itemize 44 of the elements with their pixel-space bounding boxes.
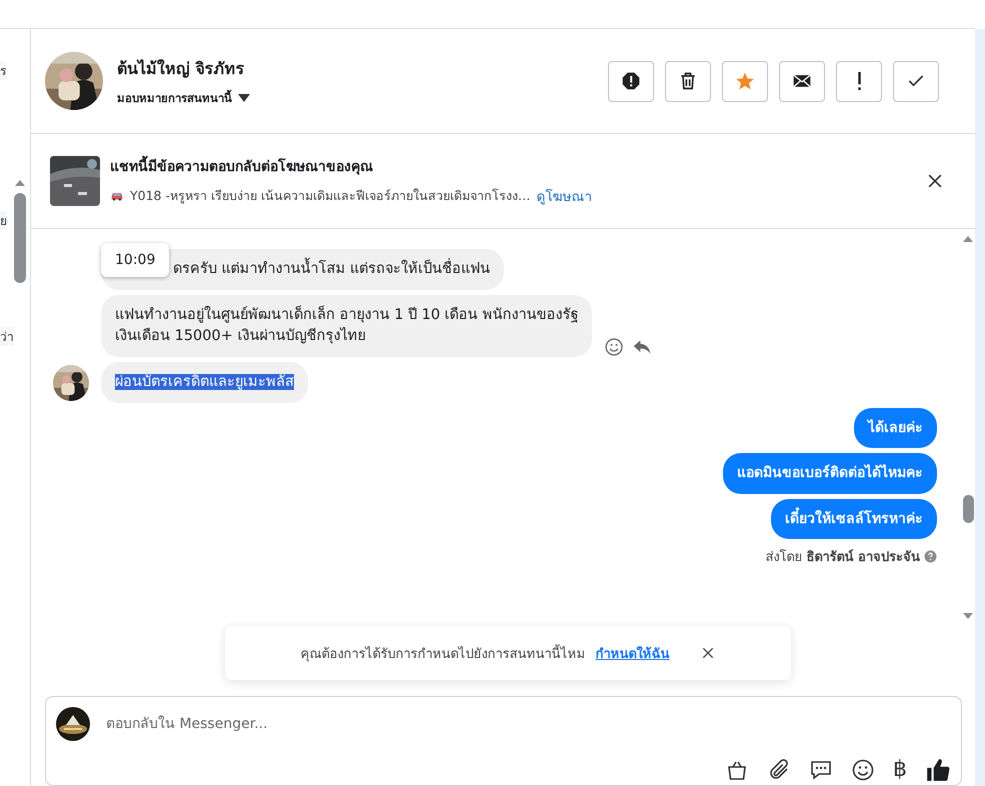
star-icon <box>735 71 755 91</box>
tool-button[interactable] <box>925 757 951 783</box>
toolbar-button[interactable] <box>779 60 825 102</box>
scroll-up-icon[interactable] <box>962 235 974 243</box>
tool-button[interactable] <box>851 758 875 782</box>
message-bubble: ผ่อนบัตรเครดิตและยูเมะพลัส <box>101 362 308 404</box>
toolbar-button[interactable] <box>665 60 711 102</box>
message-bubble: แฟนทำงานอยู่ในศูนย์พัฒนาเด็กเล็ก อายุงาน 1 ปี 10 เดือน พนักงานของรัฐ เงินเดือน 15000+ เงินผ่านบัญชีกรุงไทย <box>101 295 592 358</box>
scroll-thumb[interactable] <box>14 193 26 283</box>
sidebar-item-text[interactable]: ร <box>0 61 6 80</box>
sidebar-item-text[interactable]: ย <box>0 211 7 230</box>
ad-description: Y018 -หรูหรา เรียบง่าย เน้นความเดิมและฟีเจอร์ภายในสวยเดิมจากโรงง… <box>130 187 530 206</box>
reply-box[interactable]: ตอบกลับใน Messenger... ฿ <box>45 696 962 786</box>
scroll-down-icon[interactable] <box>962 612 974 620</box>
scroll-thumb[interactable] <box>962 495 974 523</box>
reply-input[interactable]: ตอบกลับใน Messenger... <box>104 715 951 733</box>
message-bubble: แอดมินขอเบอร์ติดต่อได้ไหมคะ <box>723 453 937 494</box>
message-bubble: ได้เลยค่ะ <box>854 408 937 448</box>
smiley-icon <box>851 758 875 782</box>
chat-bubble-icon <box>809 758 833 782</box>
tool-button[interactable] <box>809 758 833 782</box>
tool-button[interactable] <box>767 758 791 782</box>
sent-by-text: ส่งโดย ธิดารัตน์ อาจประจัน <box>765 548 920 567</box>
message-bubble: เดี๋ยวให้เซลล์โทรหาค่ะ <box>771 498 937 539</box>
sidebar-item-text[interactable]: ว่า <box>0 327 14 346</box>
scrollbar-track[interactable] <box>975 29 985 786</box>
thumbs-up-icon <box>925 757 951 783</box>
timestamp-tooltip: 10:09 <box>101 243 170 277</box>
ad-reply-title: แชทนี้มีข้อความตอบกลับต่อโฆษณาของคุณ <box>110 155 915 177</box>
baht-sign[interactable]: ฿ <box>893 758 907 782</box>
paperclip-icon <box>767 758 791 782</box>
assign-dropdown[interactable]: มอบหมายการสนทนานี้ <box>117 88 594 106</box>
stop-alert-icon <box>621 71 641 91</box>
assign-to-me-link[interactable]: กำหนดให้ฉัน <box>596 642 670 664</box>
view-ad-link[interactable]: ดูโฆษณา <box>536 185 592 207</box>
react-button[interactable] <box>604 337 624 358</box>
assign-prompt-text: คุณต้องการได้รับการกำหนดไปยังการสนทนานี้ไหม <box>300 642 586 664</box>
toolbar-button[interactable] <box>608 60 654 102</box>
smiley-icon <box>604 337 624 358</box>
contact-name: ต้นไม้ใหญ่ จิรภัทร <box>117 58 246 80</box>
caret-icon <box>238 94 250 102</box>
scroll-up-icon[interactable] <box>14 179 26 187</box>
exclamation-icon <box>858 72 860 90</box>
help-icon <box>924 550 937 563</box>
